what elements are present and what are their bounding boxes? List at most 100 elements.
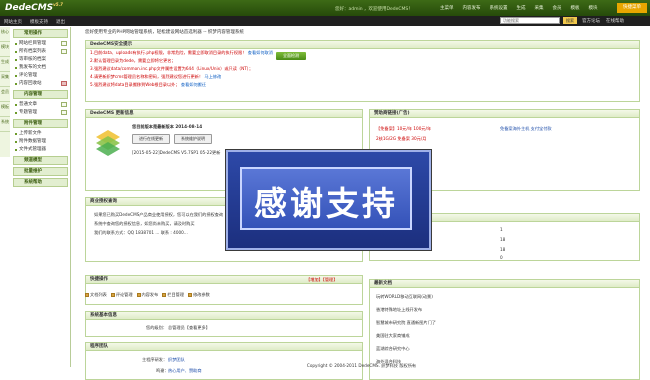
update-detail: [2015-05-22]DedeCMS V5.7SP1 05-22更新 <box>132 150 221 155</box>
team-panel: 程序团队 主程序研发： 织梦团队 鸣谢： 热心用户、赞助商 <box>85 342 363 380</box>
sidebar-item[interactable]: 等审核的档案 <box>11 56 70 64</box>
nav-item[interactable]: 内容发布 <box>463 5 481 11</box>
news-item[interactable]: 智慧城市研究院 直通新图片门了 <box>376 320 436 326</box>
news-item[interactable]: 香港特殊地址上线开发布 <box>376 307 422 313</box>
stat-value: 0 <box>500 255 503 260</box>
security-line: 2.默认管理目录为dede，需要立即将它更名； <box>90 58 176 63</box>
license-text: 如果您已购买DedeCMS产品商业使用授权，您可以在我们的授权查询 <box>94 212 224 217</box>
forum-link[interactable]: 官方论坛 <box>582 18 600 24</box>
license-text: 系统中查询您的授权信息，如您尚未购买，请及时购买 <box>94 221 195 226</box>
maintenance-button[interactable]: 系统维护说明 <box>174 134 212 144</box>
online-update-button[interactable]: 进行在线更新 <box>132 134 170 144</box>
sidebar-item[interactable]: 附件数据管理 <box>11 138 70 146</box>
sidebar-item[interactable]: 我发布的文档 <box>11 64 70 72</box>
add-icon[interactable] <box>61 49 67 54</box>
left-tab[interactable]: 核心 <box>0 27 10 42</box>
home-link[interactable]: 网站主页 <box>4 19 22 25</box>
quick-action[interactable]: 文档列表 <box>85 292 107 298</box>
quick-panel: 快捷操作 【增加】【管理】 <box>85 275 363 305</box>
footer: Copyright © 2004-2011 DedeCMS. 织梦科技 版权所有 <box>306 363 417 368</box>
sidebar-item[interactable]: 网站栏目管理 <box>11 40 70 48</box>
folder-icon <box>162 293 167 297</box>
sysinfo-panel: 系统基本信息 您的级别： 总管理员【查看更多】 <box>85 311 363 337</box>
sidebar-item[interactable]: 文件式管理器 <box>11 146 70 154</box>
search-input[interactable]: 功能搜索 <box>500 17 560 24</box>
logout-link[interactable]: 退出 <box>56 19 65 25</box>
sidebar-section-title[interactable]: 系统帮助 <box>13 178 68 187</box>
left-tab[interactable]: 采集 <box>0 72 10 87</box>
nav-item[interactable]: 会员 <box>553 5 562 11</box>
add-icon[interactable] <box>61 102 67 107</box>
quick-action[interactable]: 修改参数 <box>188 292 210 298</box>
quick-action[interactable]: 内容发布 <box>136 292 158 298</box>
sidebar-item[interactable]: 所有档案列表 <box>11 48 70 56</box>
left-tabs: 核心 模块 生成 采集 会员 模板 系统 <box>0 27 10 157</box>
left-tab[interactable]: 模块 <box>0 42 10 57</box>
search-button[interactable]: 搜索 <box>563 17 577 24</box>
sidebar: 常用操作 网站栏目管理 所有档案列表 等审核的档案 我发布的文档 评论管理 内容… <box>11 27 71 367</box>
version-status: 您目前版本是最新版本 2014-08-14 <box>132 124 203 129</box>
recycle-icon[interactable] <box>61 81 67 86</box>
quick-manage-links[interactable]: 【增加】【管理】 <box>306 277 337 283</box>
ad-link[interactable]: 2核1G/2G 免备案 30元/月 <box>376 136 426 142</box>
thanks-overlay: 感谢支持 <box>226 150 431 250</box>
left-tab[interactable]: 会员 <box>0 87 10 102</box>
document-icon <box>85 293 89 297</box>
sidebar-item[interactable]: 评论管理 <box>11 72 70 80</box>
nav-item[interactable]: 采集 <box>535 5 544 11</box>
ad-link[interactable]: 免备案海外主机 支付宝付款 <box>500 126 552 132</box>
left-tab[interactable]: 生成 <box>0 57 10 72</box>
security-line: 1.目前data、uploads有执行.php权限，非常危险，需要立即取消目录的… <box>90 50 273 55</box>
nav-item[interactable]: 主菜单 <box>440 5 454 11</box>
help-link[interactable]: 在线帮助 <box>606 18 624 24</box>
sidebar-section-title[interactable]: 附件管理 <box>13 119 68 128</box>
add-icon[interactable] <box>61 110 67 115</box>
full-check-button[interactable]: 全面检测 <box>276 52 306 60</box>
news-item[interactable]: 蓝湖综合研究中心 <box>376 346 410 352</box>
settings-icon <box>188 293 193 297</box>
logo[interactable]: DedeCMSv5.7 <box>5 2 63 13</box>
nav-item[interactable]: 模板 <box>571 5 580 11</box>
quick-menu-tab[interactable]: 快捷菜单 <box>617 3 647 13</box>
thanks-text: 感谢支持 <box>254 184 398 223</box>
nav-item[interactable]: 生成 <box>517 5 526 11</box>
nav-item[interactable]: 系统设置 <box>490 5 508 11</box>
left-tab[interactable]: 系统 <box>0 117 10 132</box>
panel-title: 最新文档 <box>370 280 639 288</box>
security-line: 5.强烈建议将data目录搬移到Web根目录以外； 查看如何搬迁 <box>90 82 207 87</box>
sidebar-item[interactable]: 上传新文件 <box>11 130 70 138</box>
security-link[interactable]: 查看如何搬迁 <box>181 82 206 87</box>
welcome-text: 您好使用专业的PHP网站管理系统，轻松建设网站首选利器 -- 织梦内容管理系统 <box>85 30 244 35</box>
left-tab[interactable]: 模板 <box>0 102 10 117</box>
user-info: 您好：admin ，欢迎使用DedeCMS！ <box>335 7 413 12</box>
level-label: 您的级别： <box>146 325 167 330</box>
panel-title: DedeCMS 更新信息 <box>86 110 362 118</box>
template-link[interactable]: 模板支持 <box>30 19 48 25</box>
news-item[interactable]: 美国驻大家商铺成 <box>376 333 410 339</box>
sidebar-section-title[interactable]: 常用操作 <box>13 29 68 38</box>
dedecms-logo-icon <box>96 130 120 156</box>
stat-value: 18 <box>500 247 506 252</box>
sidebar-item[interactable]: 内容回收站 <box>11 80 70 88</box>
stat-value: 1 <box>500 227 503 232</box>
add-icon[interactable] <box>61 41 67 46</box>
sidebar-section-title[interactable]: 内容管理 <box>13 90 68 99</box>
sidebar-section-title[interactable]: 频道模型 <box>13 156 68 165</box>
thanks-overlay-inner: 感谢支持 <box>240 167 412 230</box>
news-item[interactable]: 玩转WORLD移动互联网(动景) <box>376 294 433 300</box>
quick-action[interactable]: 栏目管理 <box>162 292 184 298</box>
top-nav: 主菜单 内容发布 系统设置 生成 采集 会员 模板 模块 <box>440 5 598 11</box>
comment-icon <box>110 293 115 297</box>
security-line: 4.请更新织梦cms管理员名称和密码，强烈建议您进行更新！ 马上修改 <box>90 74 222 79</box>
security-link[interactable]: 马上修改 <box>204 74 221 79</box>
sidebar-item[interactable]: 普通文章 <box>11 101 70 109</box>
sidebar-item[interactable]: 专题管理 <box>11 109 70 117</box>
ad-link[interactable]: 【免备案】10元/年 100元/年 <box>376 126 431 132</box>
quick-action[interactable]: 评论管理 <box>110 292 133 298</box>
nav-item[interactable]: 模块 <box>589 5 598 11</box>
panel-title: DedeCMS安全提示 <box>86 41 639 49</box>
sidebar-section-title[interactable]: 批量维护 <box>13 167 68 176</box>
security-link[interactable]: 查看如何取消 <box>248 50 273 55</box>
top-header: DedeCMSv5.7 您好：admin ，欢迎使用DedeCMS！ 主菜单 内… <box>0 0 650 16</box>
level-value[interactable]: 总管理员【查看更多】 <box>168 325 210 331</box>
